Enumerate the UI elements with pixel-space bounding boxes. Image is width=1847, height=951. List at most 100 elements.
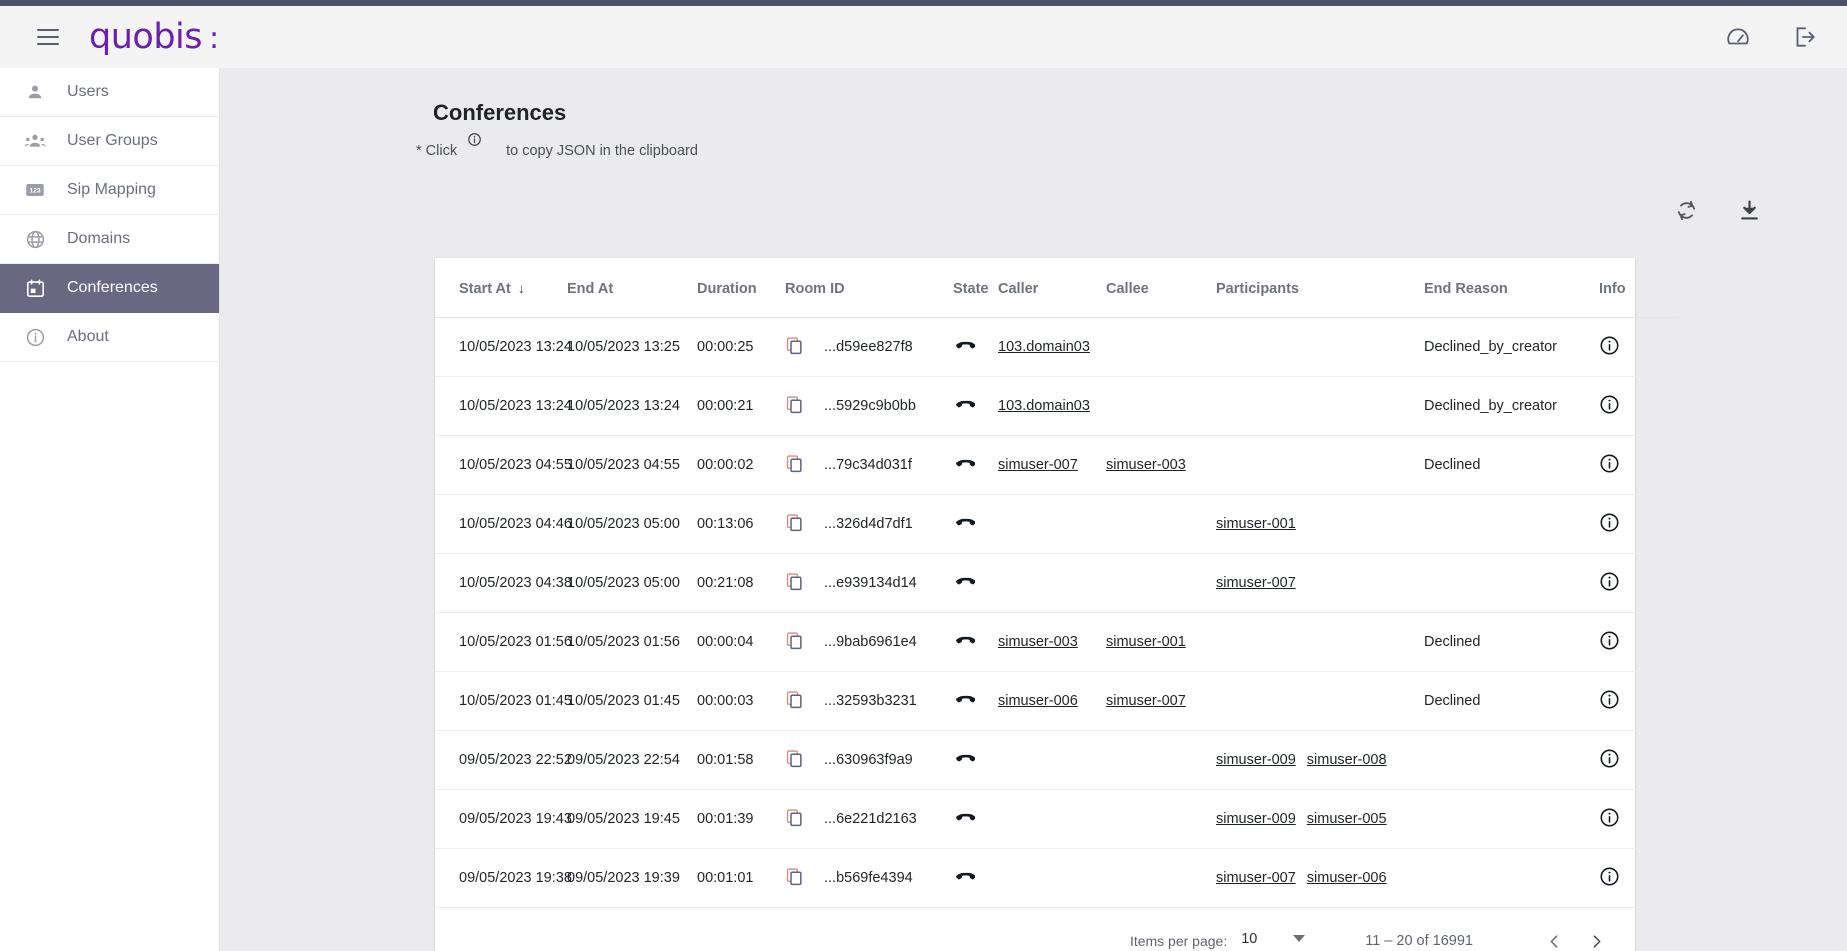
brand-logo[interactable]: quobis :: [89, 17, 219, 57]
participant-link[interactable]: simuser-009: [1216, 752, 1296, 768]
cell-info[interactable]: [1599, 612, 1679, 672]
table-row[interactable]: 10/05/2023 04:38 10/05/2023 05:00 00:21:08…: [435, 553, 1679, 613]
group-icon: [23, 129, 47, 153]
next-page-button[interactable]: [1579, 924, 1613, 951]
caller-link[interactable]: 103.domain03: [998, 339, 1090, 355]
cell-info[interactable]: [1599, 376, 1679, 436]
column-header-start-at[interactable]: Start At ↓: [435, 258, 567, 318]
cell-info[interactable]: [1599, 730, 1679, 790]
table-row[interactable]: 10/05/2023 04:46 10/05/2023 05:00 00:13:06…: [435, 494, 1679, 554]
info-circle-icon[interactable]: [1599, 394, 1620, 415]
cell-caller[interactable]: simuser-007: [998, 435, 1106, 495]
copy-icon[interactable]: [785, 572, 804, 595]
start-at-value: 09/05/2023 22:52: [459, 752, 572, 768]
column-header-info[interactable]: Info: [1599, 258, 1679, 318]
copy-icon[interactable]: [785, 513, 804, 536]
table-row[interactable]: 10/05/2023 04:55 10/05/2023 04:55 00:00:02…: [435, 435, 1679, 495]
column-header-end-reason[interactable]: End Reason: [1424, 258, 1599, 318]
column-header-duration[interactable]: Duration: [697, 258, 785, 318]
cell-caller[interactable]: 103.domain03: [998, 376, 1106, 436]
cell-callee: [1106, 494, 1216, 554]
copy-icon[interactable]: [785, 395, 804, 418]
cell-callee[interactable]: simuser-007: [1106, 671, 1216, 731]
sidebar-item-sip-mapping[interactable]: 123 Sip Mapping: [0, 166, 219, 215]
table-row[interactable]: 09/05/2023 19:43 09/05/2023 19:45 00:01:39…: [435, 789, 1679, 849]
cell-caller[interactable]: 103.domain03: [998, 317, 1106, 377]
copy-icon[interactable]: [785, 749, 804, 772]
info-circle-icon[interactable]: [1599, 689, 1620, 710]
info-circle-icon[interactable]: [1599, 630, 1620, 651]
info-circle-icon[interactable]: [1599, 807, 1620, 828]
participant-link[interactable]: simuser-006: [1307, 870, 1387, 886]
sidebar-item-users[interactable]: Users: [0, 68, 219, 117]
info-circle-icon[interactable]: [1599, 512, 1620, 533]
table-row[interactable]: 10/05/2023 13:24 10/05/2023 13:24 00:00:21…: [435, 376, 1679, 436]
sidebar-item-user-groups[interactable]: User Groups: [0, 117, 219, 166]
participant-link[interactable]: simuser-008: [1307, 752, 1387, 768]
caller-link[interactable]: simuser-003: [998, 634, 1078, 650]
caller-link[interactable]: simuser-007: [998, 457, 1078, 473]
cell-room-id: ...79c34d031f: [785, 435, 953, 495]
main-content: Conferences * Click to copy JSON in the …: [220, 68, 1847, 951]
duration-value: 00:00:21: [697, 398, 754, 414]
info-circle-icon[interactable]: [1599, 748, 1620, 769]
cell-end-reason: [1424, 789, 1599, 849]
call-end-icon: [953, 570, 975, 592]
hamburger-icon[interactable]: [37, 29, 59, 45]
cell-caller[interactable]: simuser-003: [998, 612, 1106, 672]
column-header-state[interactable]: State: [953, 258, 998, 318]
table-row[interactable]: 10/05/2023 13:24 10/05/2023 13:25 00:00:25…: [435, 317, 1679, 377]
cell-info[interactable]: [1599, 848, 1679, 908]
info-circle-icon[interactable]: [1599, 571, 1620, 592]
cell-info[interactable]: [1599, 317, 1679, 377]
column-header-end-at[interactable]: End At: [567, 258, 697, 318]
copy-icon[interactable]: [785, 336, 804, 359]
callee-link[interactable]: simuser-001: [1106, 634, 1186, 650]
copy-icon[interactable]: [785, 454, 804, 477]
logout-icon[interactable]: [1791, 24, 1817, 50]
info-circle-icon[interactable]: [1599, 335, 1620, 356]
callee-link[interactable]: simuser-007: [1106, 693, 1186, 709]
cell-info[interactable]: [1599, 553, 1679, 613]
speedometer-icon[interactable]: [1725, 24, 1751, 50]
callee-link[interactable]: simuser-003: [1106, 457, 1186, 473]
table-row[interactable]: 09/05/2023 22:52 09/05/2023 22:54 00:01:58…: [435, 730, 1679, 790]
participant-link[interactable]: simuser-005: [1307, 811, 1387, 827]
copy-icon[interactable]: [785, 808, 804, 831]
sidebar-item-conferences[interactable]: Conferences: [0, 264, 219, 313]
cell-info[interactable]: [1599, 435, 1679, 495]
copy-icon[interactable]: [785, 690, 804, 713]
cell-callee[interactable]: simuser-001: [1106, 612, 1216, 672]
copy-icon[interactable]: [785, 867, 804, 890]
caller-link[interactable]: simuser-006: [998, 693, 1078, 709]
column-header-caller[interactable]: Caller: [998, 258, 1106, 318]
info-circle-icon[interactable]: [1599, 453, 1620, 474]
info-circle-icon[interactable]: [1599, 866, 1620, 887]
items-per-page-select[interactable]: 10: [1241, 931, 1306, 951]
participant-link[interactable]: simuser-007: [1216, 870, 1296, 886]
start-at-value: 10/05/2023 13:24: [459, 398, 572, 414]
column-header-room-id[interactable]: Room ID: [785, 258, 953, 318]
cell-info[interactable]: [1599, 671, 1679, 731]
download-icon[interactable]: [1737, 198, 1762, 223]
cell-info[interactable]: [1599, 789, 1679, 849]
refresh-icon[interactable]: [1674, 198, 1699, 223]
cell-participants: [1216, 671, 1424, 731]
previous-page-button[interactable]: [1537, 924, 1571, 951]
participant-link[interactable]: simuser-009: [1216, 811, 1296, 827]
column-header-callee[interactable]: Callee: [1106, 258, 1216, 318]
sidebar-item-domains[interactable]: Domains: [0, 215, 219, 264]
column-header-participants[interactable]: Participants: [1216, 258, 1424, 318]
table-row[interactable]: 10/05/2023 01:45 10/05/2023 01:45 00:00:03…: [435, 671, 1679, 731]
participant-link[interactable]: simuser-001: [1216, 516, 1296, 532]
cell-callee[interactable]: simuser-003: [1106, 435, 1216, 495]
cell-info[interactable]: [1599, 494, 1679, 554]
caller-link[interactable]: 103.domain03: [998, 398, 1090, 414]
copy-icon[interactable]: [785, 631, 804, 654]
cell-caller[interactable]: simuser-006: [998, 671, 1106, 731]
end-at-value: 10/05/2023 05:00: [567, 575, 680, 591]
sidebar-item-about[interactable]: About: [0, 313, 219, 362]
table-row[interactable]: 09/05/2023 19:38 09/05/2023 19:39 00:01:01…: [435, 848, 1679, 908]
participant-link[interactable]: simuser-007: [1216, 575, 1296, 591]
table-row[interactable]: 10/05/2023 01:56 10/05/2023 01:56 00:00:04…: [435, 612, 1679, 672]
